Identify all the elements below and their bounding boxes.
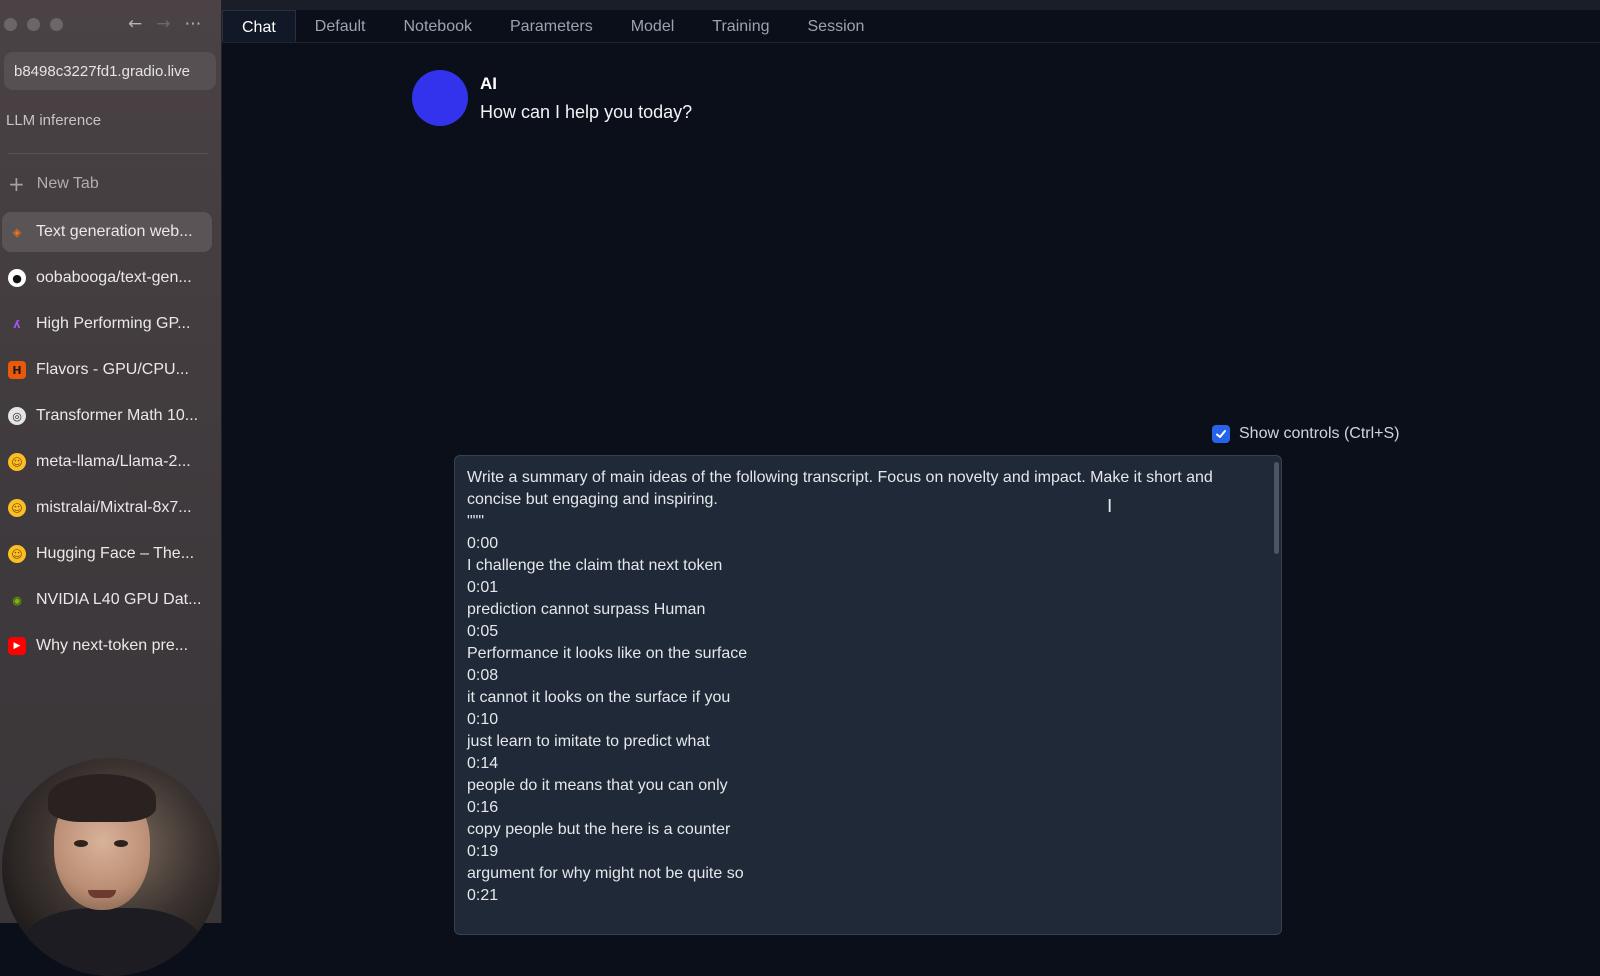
more-options-icon[interactable]: ⋯ (185, 14, 202, 34)
gradio-icon: ◈ (12, 225, 22, 239)
tab-label: meta-llama/Llama-2... (36, 453, 191, 470)
hugging-face-icon: ☺ (8, 499, 26, 517)
tab-parameters[interactable]: Parameters (491, 10, 612, 42)
tab-label: Hugging Face – The... (36, 545, 195, 562)
browser-tab-list: ◈ Text generation web... ● oobabooga/tex… (2, 212, 212, 672)
browser-tab[interactable]: H Flavors - GPU/CPU... (2, 350, 212, 390)
tab-model[interactable]: Model (612, 10, 694, 42)
prompt-line: people do it means that you can only (467, 777, 728, 794)
browser-tab[interactable]: ◉ NVIDIA L40 GPU Dat... (2, 580, 212, 620)
prompt-text: Write a summary of main ideas of the fol… (455, 456, 1281, 918)
prompt-textarea[interactable]: Write a summary of main ideas of the fol… (454, 455, 1282, 935)
prompt-line: 0:16 (467, 799, 499, 816)
tab-session[interactable]: Session (789, 10, 884, 42)
browser-tab[interactable]: ● oobabooga/text-gen... (2, 258, 212, 298)
h-icon: H (8, 361, 26, 379)
tab-training[interactable]: Training (693, 10, 788, 42)
browser-tab[interactable]: ʎ High Performing GP... (2, 304, 212, 344)
browser-tab[interactable]: ▶ Why next-token pre... (2, 626, 212, 666)
tab-label: Text generation web... (36, 223, 193, 240)
prompt-line: 0:21 (467, 887, 499, 904)
top-strip (222, 0, 1600, 10)
space-label: LLM inference (6, 112, 102, 129)
ai-name: AI (480, 74, 497, 93)
webcam-eye (114, 840, 128, 847)
prompt-line: """ (467, 513, 485, 530)
browser-tab[interactable]: ☺ Hugging Face – The... (2, 534, 212, 574)
minimize-window-button[interactable] (27, 18, 40, 31)
browser-tab[interactable]: ◎ Transformer Math 10... (2, 396, 212, 436)
github-icon: ● (8, 269, 26, 287)
textarea-scrollbar[interactable] (1274, 462, 1279, 554)
prompt-line: 0:19 (467, 843, 499, 860)
back-arrow-icon[interactable]: ← (128, 14, 142, 34)
prompt-line: 0:14 (467, 755, 499, 772)
sidebar-divider (8, 153, 208, 154)
browser-nav: ← → ⋯ (128, 14, 202, 34)
nvidia-icon: ◉ (12, 593, 22, 607)
ai-avatar (412, 70, 468, 126)
prompt-line: I challenge the claim that next token (467, 557, 723, 574)
hugging-face-icon: ☺ (8, 545, 26, 563)
eleuther-icon: ◎ (8, 407, 26, 425)
ai-message: How can I help you today? (480, 102, 693, 122)
tab-label: NVIDIA L40 GPU Dat... (36, 591, 202, 608)
prompt-line: just learn to imitate to predict what (467, 733, 710, 750)
webcam-eye (74, 840, 88, 847)
new-tab-label: New Tab (36, 175, 99, 192)
forward-arrow-icon[interactable]: → (156, 14, 170, 34)
webcam-shirt (22, 908, 202, 976)
prompt-line: argument for why might not be quite so (467, 865, 744, 882)
tab-notebook[interactable]: Notebook (385, 10, 492, 42)
show-controls-toggle[interactable]: Show controls (Ctrl+S) (1212, 425, 1400, 443)
checkmark-icon (1216, 430, 1226, 438)
close-window-button[interactable] (4, 18, 17, 31)
prompt-line: 0:08 (467, 667, 499, 684)
tab-default[interactable]: Default (296, 10, 385, 42)
url-text: b8498c3227fd1.gradio.live (14, 62, 190, 80)
url-bar[interactable]: b8498c3227fd1.gradio.live (4, 52, 216, 90)
tab-label: High Performing GP... (36, 315, 191, 332)
browser-sidebar: ← → ⋯ b8498c3227fd1.gradio.live LLM infe… (0, 0, 222, 976)
app-main: Chat Default Notebook Parameters Model T… (222, 0, 1600, 935)
prompt-line: 0:01 (467, 579, 499, 596)
new-tab-button[interactable]: + New Tab (8, 174, 99, 194)
prompt-line: prediction cannot surpass Human (467, 601, 706, 618)
maximize-window-button[interactable] (50, 18, 63, 31)
app-tab-bar: Chat Default Notebook Parameters Model T… (222, 10, 1600, 43)
webcam-hair (48, 774, 156, 822)
webcam-mouth (88, 890, 116, 898)
prompt-line: 0:05 (467, 623, 499, 640)
prompt-line: 0:10 (467, 711, 499, 728)
text-cursor-icon: I (1107, 496, 1113, 517)
hugging-face-icon: ☺ (8, 453, 26, 471)
browser-tab[interactable]: ☺ mistralai/Mixtral-8x7... (2, 488, 212, 528)
prompt-line: it cannot it looks on the surface if you (467, 689, 731, 706)
prompt-line: Performance it looks like on the surface (467, 645, 748, 662)
tab-label: Transformer Math 10... (36, 407, 199, 424)
youtube-icon: ▶ (8, 637, 26, 655)
lambda-icon: ʎ (13, 317, 21, 331)
tab-label: oobabooga/text-gen... (36, 269, 192, 286)
prompt-line: Write a summary of main ideas of the fol… (467, 469, 1213, 508)
tab-label: Why next-token pre... (36, 637, 189, 654)
webcam-overlay (2, 758, 220, 976)
tab-label: Flavors - GPU/CPU... (36, 361, 189, 378)
prompt-line: copy people but the here is a counter (467, 821, 731, 838)
show-controls-label: Show controls (Ctrl+S) (1239, 425, 1400, 442)
plus-icon: + (8, 172, 25, 196)
window-controls (4, 18, 63, 31)
tab-label: mistralai/Mixtral-8x7... (36, 499, 192, 516)
browser-tab[interactable]: ☺ meta-llama/Llama-2... (2, 442, 212, 482)
browser-tab[interactable]: ◈ Text generation web... (2, 212, 212, 252)
show-controls-checkbox[interactable] (1212, 425, 1230, 443)
tab-chat[interactable]: Chat (222, 10, 296, 42)
prompt-line: 0:00 (467, 535, 499, 552)
